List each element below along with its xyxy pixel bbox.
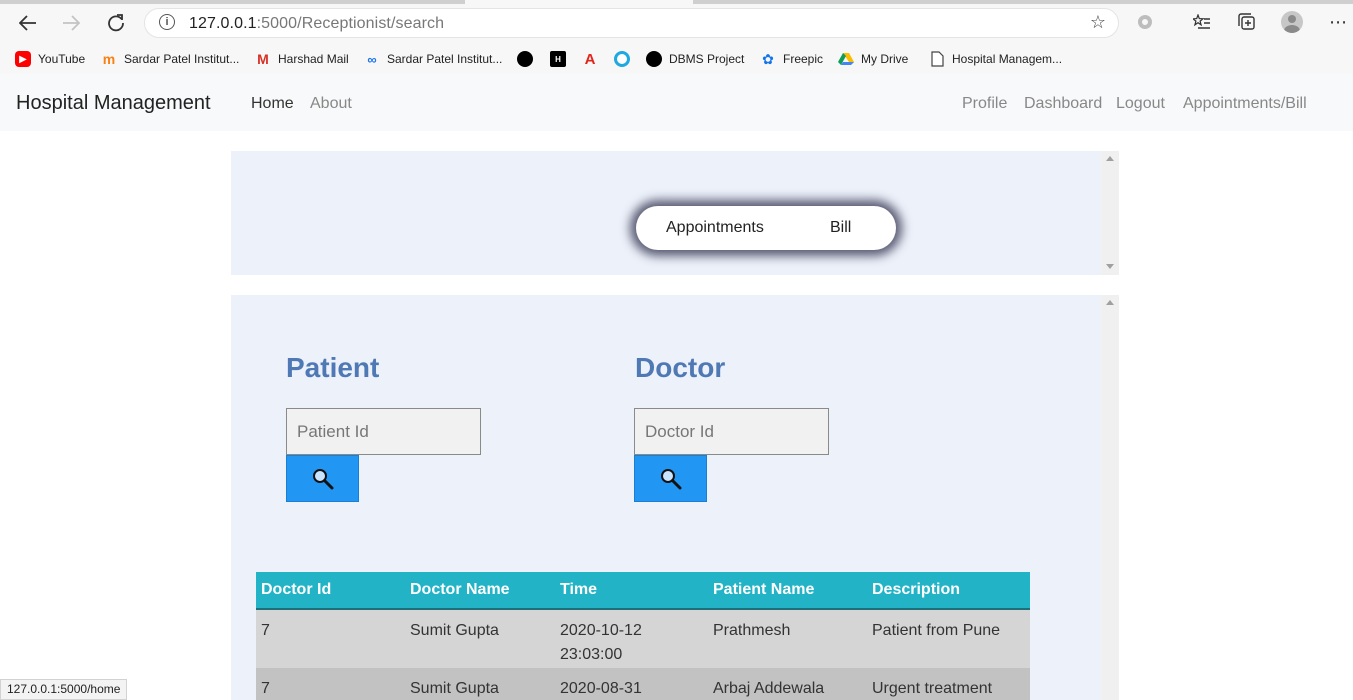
frame-scrollbar[interactable] (1101, 151, 1119, 275)
search-icon (312, 468, 333, 489)
cell-description: Urgent treatment (867, 668, 1030, 700)
cell-time: 2020-10-12 23:03:00 (555, 609, 708, 668)
page-icon (929, 51, 945, 67)
forward-button[interactable] (57, 10, 85, 36)
tab-strip (0, 0, 1353, 4)
nav-about[interactable]: About (310, 95, 352, 113)
adobe-icon: A (584, 50, 596, 68)
bookmark-sardar-patel-1[interactable]: m Sardar Patel Institut... (101, 48, 240, 70)
search-icon (660, 468, 681, 489)
hackerrank-icon: H (550, 51, 566, 67)
nav-dashboard[interactable]: Dashboard (1024, 95, 1102, 113)
bookmark-adobe[interactable]: A (582, 48, 605, 70)
table-row: 7 Sumit Gupta 2020-10-12 23:03:00 Prathm… (256, 609, 1030, 668)
nav-logout[interactable]: Logout (1116, 95, 1165, 113)
bookmark-hackerrank[interactable]: H (550, 48, 573, 70)
back-button[interactable] (14, 10, 42, 36)
moodle-icon: m (102, 51, 116, 67)
cell-patient-name: Prathmesh (708, 609, 867, 668)
doctor-section-title: Doctor (635, 352, 726, 383)
table-header-row: Doctor Id Doctor Name Time Patient Name … (256, 572, 1030, 610)
cell-doctor-id: 7 (256, 609, 405, 668)
tabs-frame: Appointments Bill (231, 151, 1119, 275)
bookmark-youtube[interactable]: ▶ YouTube (15, 48, 85, 70)
youtube-icon: ▶ (15, 51, 31, 67)
gmail-icon: M (257, 51, 269, 67)
cell-doctor-name: Sumit Gupta (405, 609, 555, 668)
site-info-icon[interactable]: i (159, 14, 175, 30)
browser-tab[interactable] (0, 0, 465, 4)
extension-icon[interactable] (1134, 11, 1156, 33)
browser-tab[interactable] (693, 0, 1353, 4)
col-patient-name: Patient Name (708, 572, 867, 610)
bookmark-dbms-project[interactable]: DBMS Project (646, 48, 744, 70)
table-row: 7 Sumit Gupta 2020-08-31 Arbaj Addewala … (256, 668, 1030, 700)
favorites-list-icon[interactable] (1191, 11, 1213, 33)
address-url[interactable]: 127.0.0.1:5000/Receptionist/search (189, 15, 444, 33)
col-description: Description (867, 572, 1030, 610)
bookmark-circle-app[interactable] (614, 48, 637, 70)
frame-scrollbar[interactable] (1101, 295, 1119, 700)
doctor-search-button[interactable] (634, 455, 707, 502)
collections-icon[interactable] (1236, 11, 1258, 33)
col-doctor-name: Doctor Name (405, 572, 555, 610)
doctor-id-input[interactable]: Doctor Id (634, 408, 829, 455)
more-menu-icon[interactable]: ⋯ (1327, 11, 1349, 33)
bookmark-my-drive[interactable]: My Drive (838, 48, 908, 70)
search-frame: Patient Patient Id Doctor Doctor Id Doct… (231, 295, 1119, 700)
nav-profile[interactable]: Profile (962, 95, 1007, 113)
brand-link[interactable]: Hospital Management (16, 92, 211, 115)
tab-bill[interactable]: Bill (830, 219, 851, 237)
col-doctor-id: Doctor Id (256, 572, 405, 610)
nav-appointments-bill[interactable]: Appointments/Bill (1183, 95, 1307, 113)
cell-doctor-id: 7 (256, 668, 405, 700)
reload-button[interactable] (102, 10, 130, 36)
bookmarks-bar: ▶ YouTube m Sardar Patel Institut... M Hars… (0, 44, 1353, 74)
bookmark-hospital-management[interactable]: Hospital Managem... (929, 48, 1062, 70)
link-icon: ∞ (367, 51, 377, 67)
drive-icon (838, 51, 854, 67)
patient-section-title: Patient (286, 352, 380, 383)
cell-description: Patient from Pune (867, 609, 1030, 668)
reload-icon (108, 14, 124, 32)
site-navbar: Hospital Management Home About Profile D… (0, 74, 1353, 131)
profile-avatar-icon[interactable] (1281, 11, 1303, 33)
patient-search-button[interactable] (286, 455, 359, 502)
status-bar-url: 127.0.0.1:5000/home (0, 679, 128, 700)
tab-switcher: Appointments Bill (636, 206, 896, 250)
cell-patient-name: Arbaj Addewala (708, 668, 867, 700)
favorite-star-icon[interactable]: ☆ (1090, 12, 1106, 33)
github-icon (646, 51, 662, 67)
bookmark-github[interactable] (517, 48, 540, 70)
cell-time: 2020-08-31 (555, 668, 708, 700)
back-arrow-icon (19, 15, 36, 31)
bookmark-sardar-patel-2[interactable]: ∞ Sardar Patel Institut... (364, 48, 502, 70)
appointments-table: Doctor Id Doctor Name Time Patient Name … (256, 572, 1030, 700)
cell-doctor-name: Sumit Gupta (405, 668, 555, 700)
github-icon (517, 51, 533, 67)
forward-arrow-icon (63, 15, 80, 31)
col-time: Time (555, 572, 708, 610)
bookmark-freepic[interactable]: ✿ Freepic (760, 48, 823, 70)
browser-toolbar: i 127.0.0.1:5000/Receptionist/search ☆ ⋯ (0, 0, 1353, 44)
nav-home[interactable]: Home (251, 95, 294, 113)
patient-id-input[interactable]: Patient Id (286, 408, 481, 455)
bookmark-harshad-mail[interactable]: M Harshad Mail (255, 48, 349, 70)
address-bar[interactable]: i 127.0.0.1:5000/Receptionist/search ☆ (144, 8, 1119, 38)
freepik-icon: ✿ (762, 50, 774, 67)
tab-appointments[interactable]: Appointments (666, 219, 764, 237)
circle-app-icon (614, 51, 630, 67)
